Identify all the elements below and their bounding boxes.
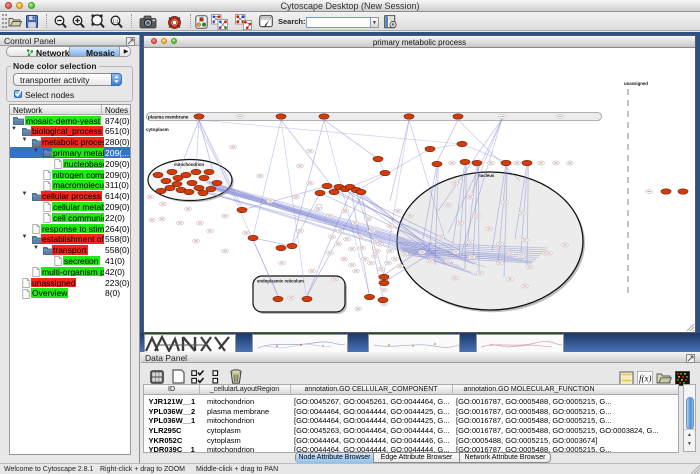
- svg-text:nucleus: nucleus: [478, 173, 495, 178]
- svg-text:cytoplasm: cytoplasm: [146, 127, 169, 132]
- svg-text:f(x): f(x): [639, 374, 652, 384]
- svg-text:unassigned: unassigned: [624, 81, 648, 86]
- svg-text:mitochondrion: mitochondrion: [174, 162, 204, 167]
- svg-text:endoplasmic reticulum: endoplasmic reticulum: [257, 279, 304, 284]
- svg-text:plasma membrane: plasma membrane: [148, 115, 189, 120]
- svg-text:1:1: 1:1: [112, 18, 119, 23]
